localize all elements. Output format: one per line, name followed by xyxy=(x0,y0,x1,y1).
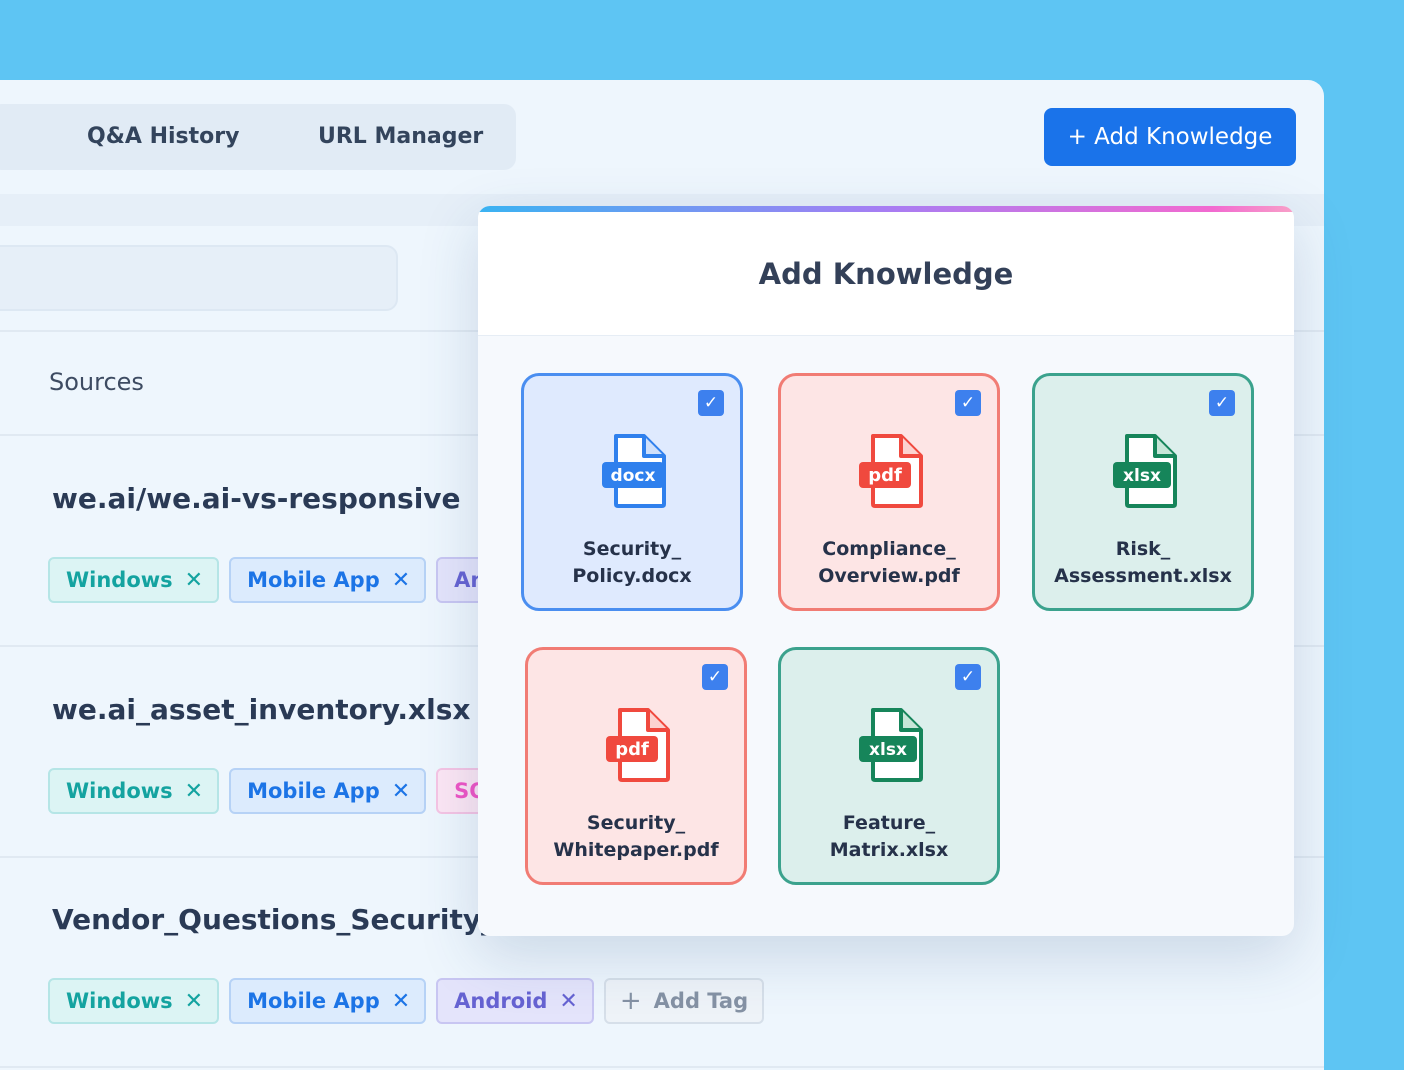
file-card[interactable]: ✓ xlsx Feature_ Matrix.xlsx xyxy=(778,647,1000,885)
file-card[interactable]: ✓ xlsx Risk_ Assessment.xlsx xyxy=(1032,373,1254,611)
file-name: Security_ Whitepaper.pdf xyxy=(553,812,719,861)
close-icon[interactable]: ✕ xyxy=(559,989,577,1014)
source-title[interactable]: we.ai/we.ai-vs-responsive xyxy=(52,482,461,515)
search-input[interactable] xyxy=(0,245,398,311)
xlsx-file-icon: xlsx xyxy=(859,708,923,782)
tag-list: Windows✕ Mobile App✕ Andro xyxy=(48,557,542,603)
tag-mobile-app: Mobile App ✕ xyxy=(229,978,427,1024)
file-card[interactable]: ✓ docx Security_ Policy.docx xyxy=(521,373,743,611)
tag-android: Android ✕ xyxy=(436,978,594,1024)
checkbox-checked-icon[interactable]: ✓ xyxy=(955,390,981,416)
add-knowledge-button[interactable]: + Add Knowledge xyxy=(1044,108,1296,166)
close-icon[interactable]: ✕ xyxy=(392,989,410,1014)
tag-windows: Windows ✕ xyxy=(48,557,220,603)
add-knowledge-modal: Add Knowledge ✓ docx Security_ Policy.doc… xyxy=(478,206,1294,936)
tag-windows: Windows ✕ xyxy=(48,768,220,814)
tag-mobile-app: Mobile App ✕ xyxy=(229,768,427,814)
file-name: Feature_ Matrix.xlsx xyxy=(829,812,949,861)
file-card[interactable]: ✓ pdf Security_ Whitepaper.pdf xyxy=(525,647,747,885)
file-ext: xlsx xyxy=(869,740,907,760)
file-ext: pdf xyxy=(868,465,902,486)
file-name: Security_ Policy.docx xyxy=(572,538,692,587)
plus-icon: + xyxy=(619,986,642,1016)
file-ext: xlsx xyxy=(1123,466,1161,486)
tag-list: Windows ✕ Mobile App ✕ Android ✕ + Add Tag xyxy=(48,978,765,1024)
close-icon[interactable]: ✕ xyxy=(392,779,410,804)
close-icon[interactable]: ✕ xyxy=(185,989,203,1014)
tag-windows: Windows ✕ xyxy=(48,978,220,1024)
source-title[interactable]: Vendor_Questions_Security_Ac xyxy=(52,903,533,936)
source-title[interactable]: we.ai_asset_inventory.xlsx xyxy=(52,693,470,726)
close-icon[interactable]: ✕ xyxy=(185,779,203,804)
add-tag-button[interactable]: + Add Tag xyxy=(603,978,765,1024)
close-icon[interactable]: ✕ xyxy=(392,568,410,593)
file-ext: docx xyxy=(611,466,656,486)
tab-qa-history[interactable]: Q&A History xyxy=(87,104,239,170)
file-name: Risk_ Assessment.xlsx xyxy=(1054,538,1232,587)
checkbox-checked-icon[interactable]: ✓ xyxy=(1209,390,1235,416)
docx-file-icon: docx xyxy=(602,434,666,508)
pdf-file-icon: pdf xyxy=(859,434,923,508)
tab-url-manager[interactable]: URL Manager xyxy=(318,104,483,170)
checkbox-checked-icon[interactable]: ✓ xyxy=(698,390,724,416)
pdf-file-icon: pdf xyxy=(606,708,670,782)
modal-title: Add Knowledge xyxy=(478,212,1294,336)
close-icon[interactable]: ✕ xyxy=(185,568,203,593)
tag-mobile-app: Mobile App ✕ xyxy=(229,557,427,603)
tab-bar: Q&A History URL Manager xyxy=(0,104,516,170)
checkbox-checked-icon[interactable]: ✓ xyxy=(702,664,728,690)
file-card[interactable]: ✓ pdf Compliance_ Overview.pdf xyxy=(778,373,1000,611)
file-ext: pdf xyxy=(615,739,649,760)
sources-header: Sources xyxy=(49,368,144,396)
divider xyxy=(0,1066,1324,1068)
file-name: Compliance_ Overview.pdf xyxy=(818,538,960,587)
xlsx-file-icon: xlsx xyxy=(1113,434,1177,508)
checkbox-checked-icon[interactable]: ✓ xyxy=(955,664,981,690)
tag-list: Windows✕ Mobile App✕ SOC 2 xyxy=(48,768,541,814)
